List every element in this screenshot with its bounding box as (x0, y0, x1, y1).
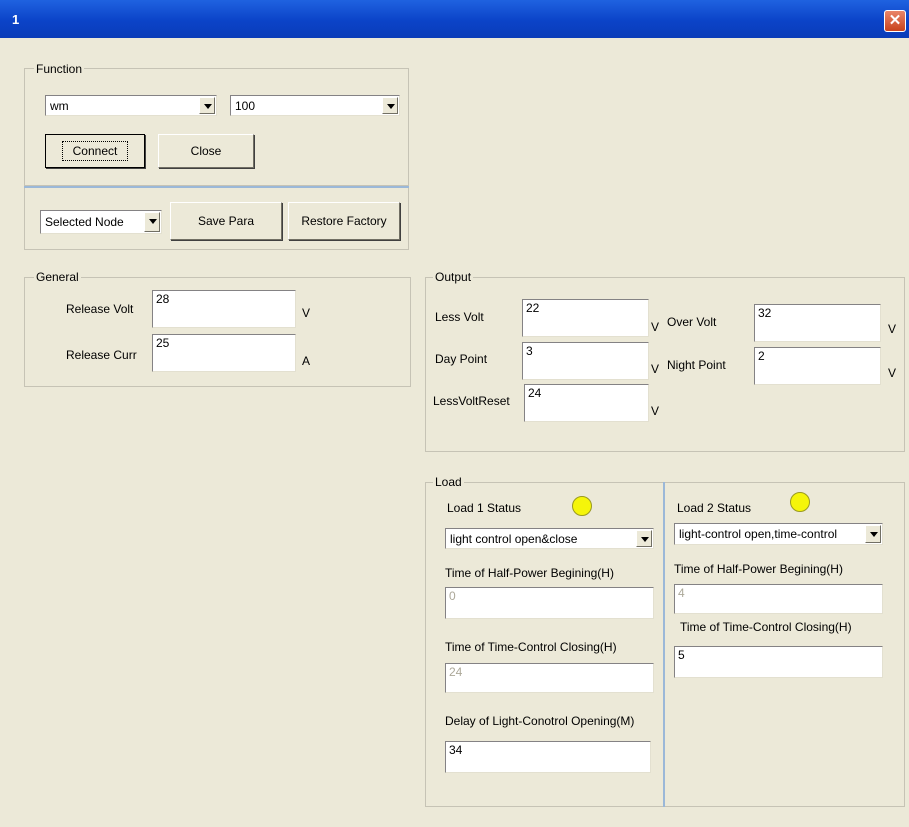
connect-button[interactable]: Connect (45, 134, 145, 168)
release-curr-input[interactable]: 25 (152, 334, 296, 372)
day-point-unit: V (651, 362, 660, 376)
load2-time-close-label: Time of Time-Control Closing(H) (680, 620, 852, 634)
less-volt-input[interactable]: 22 (522, 299, 649, 337)
load2-half-power-input[interactable]: 4 (674, 584, 883, 614)
chevron-down-icon[interactable] (865, 525, 881, 543)
close-icon: ✕ (888, 12, 902, 29)
close-window-button[interactable]: ✕ (884, 10, 906, 32)
over-volt-label: Over Volt (667, 315, 717, 329)
baud-value: 100 (235, 99, 256, 113)
load1-status-indicator (572, 496, 592, 516)
node-select[interactable]: Selected Node (40, 210, 162, 234)
title-bar: 1 ✕ (0, 0, 909, 38)
less-volt-unit: V (651, 320, 660, 334)
day-point-label: Day Point (435, 352, 488, 366)
load1-time-close-label: Time of Time-Control Closing(H) (445, 640, 617, 654)
load2-half-power-label: Time of Half-Power Begining(H) (674, 562, 843, 576)
load1-mode-select[interactable]: light control open&close (445, 528, 654, 549)
load1-mode-value: light control open&close (450, 532, 578, 546)
restore-factory-label: Restore Factory (301, 214, 387, 228)
load2-status-label: Load 2 Status (677, 501, 752, 515)
night-point-unit: V (888, 366, 897, 380)
release-volt-input[interactable]: 28 (152, 290, 296, 328)
port-value: wm (50, 99, 69, 113)
load1-half-power-label: Time of Half-Power Begining(H) (445, 566, 614, 580)
night-point-label: Night Point (667, 358, 726, 372)
chevron-down-icon[interactable] (382, 97, 398, 114)
load-separator (663, 482, 665, 807)
less-volt-reset-input[interactable]: 24 (524, 384, 649, 422)
load1-delay-label: Delay of Light-Conotrol Opening(M) (445, 714, 635, 728)
close-button[interactable]: Close (158, 134, 254, 168)
function-legend: Function (34, 62, 85, 76)
chevron-down-icon[interactable] (144, 212, 160, 232)
output-legend: Output (433, 270, 474, 284)
general-legend: General (34, 270, 81, 284)
load1-status-label: Load 1 Status (447, 501, 522, 515)
connect-label: Connect (61, 141, 129, 161)
load2-time-close-input[interactable]: 5 (674, 646, 883, 678)
save-para-label: Save Para (197, 214, 255, 228)
chevron-down-icon[interactable] (636, 530, 652, 547)
port-select[interactable]: wm (45, 95, 217, 116)
less-volt-label: Less Volt (435, 310, 484, 324)
close-label: Close (190, 144, 222, 158)
release-curr-label: Release Curr (66, 348, 137, 362)
function-group (24, 68, 409, 186)
load1-delay-input[interactable]: 34 (445, 741, 651, 773)
save-para-button[interactable]: Save Para (170, 202, 282, 240)
load-legend: Load (433, 475, 464, 489)
load1-half-power-input[interactable]: 0 (445, 587, 654, 619)
load2-status-indicator (790, 492, 810, 512)
load2-mode-select[interactable]: light-control open,time-control (674, 523, 883, 545)
over-volt-input[interactable]: 32 (754, 304, 881, 342)
load1-time-close-input[interactable]: 24 (445, 663, 654, 693)
over-volt-unit: V (888, 322, 897, 336)
baud-select[interactable]: 100 (230, 95, 400, 116)
release-volt-unit: V (302, 306, 311, 320)
node-value: Selected Node (45, 215, 124, 229)
chevron-down-icon[interactable] (199, 97, 215, 114)
day-point-input[interactable]: 3 (522, 342, 649, 380)
release-volt-label: Release Volt (66, 302, 134, 316)
release-curr-unit: A (302, 354, 311, 368)
load2-mode-value: light-control open,time-control (679, 527, 838, 541)
restore-factory-button[interactable]: Restore Factory (288, 202, 400, 240)
less-volt-reset-unit: V (651, 404, 660, 418)
window-title: 1 (12, 12, 20, 27)
less-volt-reset-label: LessVoltReset (433, 394, 510, 408)
night-point-input[interactable]: 2 (754, 347, 881, 385)
